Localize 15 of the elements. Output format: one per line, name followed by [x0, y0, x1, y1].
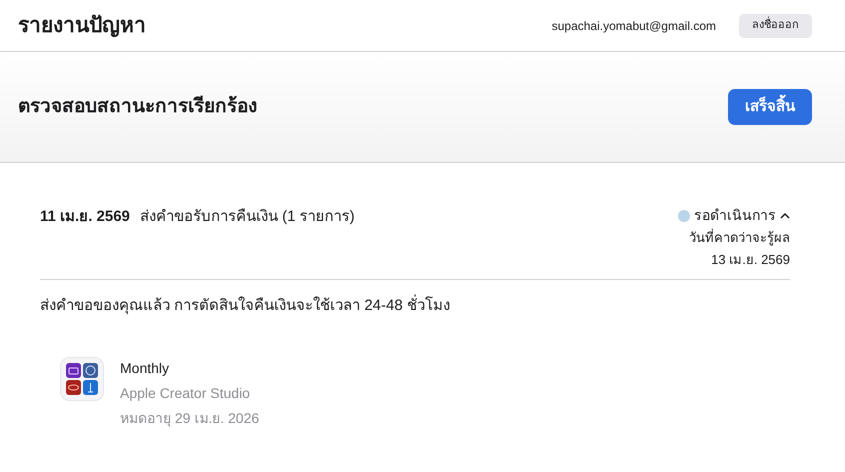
eta-date: 13 เม.ย. 2569: [711, 250, 790, 268]
done-button[interactable]: เสร็จสิ้น: [728, 89, 812, 125]
request-message: ส่งคำขอของคุณแล้ว การตัดสินใจคืนเงินจะใช้เวลา 24-48 ชั่วโมง: [40, 295, 790, 318]
request-summary: ส่งคำขอรับการคืนเงิน (1 รายการ): [140, 207, 355, 227]
eta-label: วันที่คาดว่าจะรู้ผล: [689, 228, 790, 248]
section-title: ตรวจสอบสถานะการเรียกร้อง: [18, 94, 257, 119]
page-title: รายงานปัญหา: [18, 12, 146, 40]
account-email: supachai.yomabut@gmail.com: [552, 18, 716, 34]
app-bundle-icon: [60, 356, 104, 400]
expiry-date: หมดอายุ 29 เม.ย. 2026: [120, 408, 260, 428]
sign-out-button[interactable]: ลงชื่อออก: [739, 14, 812, 38]
status-toggle[interactable]: รอดำเนินการ: [678, 205, 790, 226]
request-date: 11 เม.ย. 2569: [40, 207, 130, 227]
plan-name: Monthly: [120, 358, 170, 378]
product-name: Apple Creator Studio: [120, 384, 251, 403]
